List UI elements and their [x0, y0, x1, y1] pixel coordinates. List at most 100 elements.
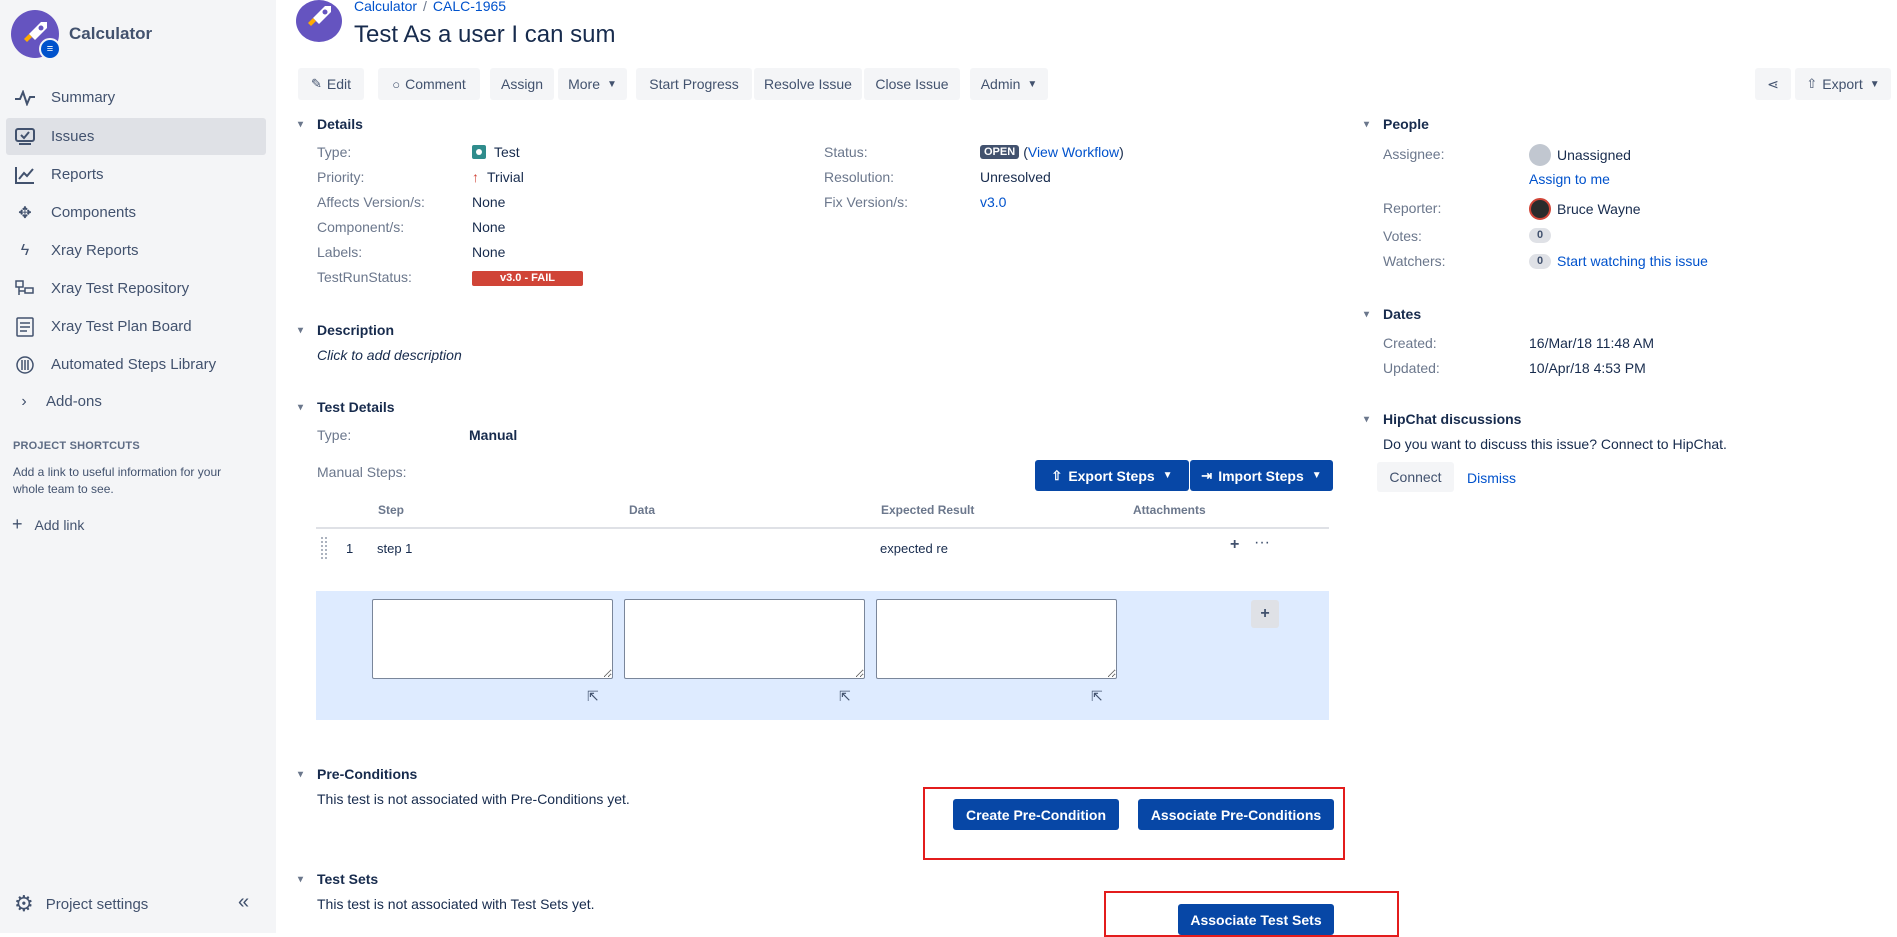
sidebar-item-xray-test-plan-board[interactable]: Xray Test Plan Board	[6, 308, 266, 345]
affects-version-value[interactable]: None	[472, 194, 505, 210]
associate-preconditions-button[interactable]: Associate Pre-Conditions	[1138, 799, 1334, 830]
create-precondition-button[interactable]: Create Pre-Condition	[953, 799, 1119, 830]
close-issue-button[interactable]: Close Issue	[864, 68, 960, 100]
details-section-toggle[interactable]: ▾ Details	[298, 116, 363, 132]
type-label: Type:	[317, 144, 352, 160]
component-value[interactable]: None	[472, 219, 505, 235]
associate-test-sets-button[interactable]: Associate Test Sets	[1178, 904, 1334, 935]
chevron-down-icon: ▼	[1027, 78, 1038, 90]
project-settings-link[interactable]: ⚙ Project settings	[14, 891, 148, 917]
project-avatar[interactable]: ≡	[11, 10, 61, 60]
reporter-value[interactable]: Bruce Wayne	[1529, 198, 1641, 220]
chevron-down-icon: ▾	[298, 118, 304, 130]
plus-icon: +	[12, 514, 23, 534]
view-workflow-link[interactable]: View Workflow	[1028, 144, 1119, 160]
close-issue-label: Close Issue	[875, 76, 949, 92]
export-dropdown[interactable]: ⇧ Export ▼	[1795, 68, 1891, 100]
hipchat-section-toggle[interactable]: ▾ HipChat discussions	[1364, 411, 1521, 427]
sidebar-item-xray-reports[interactable]: ϟ Xray Reports	[6, 232, 266, 269]
chevron-down-icon: ▾	[1364, 308, 1370, 320]
test-sets-section-toggle[interactable]: ▾ Test Sets	[298, 871, 378, 887]
chevron-down-icon: ▾	[298, 401, 304, 413]
add-step-button[interactable]: +	[1251, 600, 1279, 628]
export-steps-label: Export Steps	[1068, 467, 1155, 484]
people-section-toggle[interactable]: ▾ People	[1364, 116, 1429, 132]
import-steps-button[interactable]: ⇥ Import Steps ▼	[1190, 460, 1333, 491]
updated-label: Updated:	[1383, 360, 1440, 376]
testrun-status-label: TestRunStatus:	[317, 269, 412, 285]
description-heading: Description	[317, 322, 395, 338]
add-attachment-icon[interactable]: +	[1230, 536, 1239, 554]
test-sets-text: This test is not associated with Test Se…	[317, 896, 595, 912]
export-steps-button[interactable]: ⇧ Export Steps ▼	[1035, 460, 1189, 491]
edit-button[interactable]: ✎ Edit	[298, 68, 364, 100]
fix-version-link[interactable]: v3.0	[980, 194, 1006, 210]
pencil-icon: ✎	[310, 76, 322, 91]
assign-to-me-link[interactable]: Assign to me	[1529, 171, 1610, 187]
board-icon	[13, 315, 37, 339]
description-section-toggle[interactable]: ▾ Description	[298, 322, 394, 338]
priority-value[interactable]: ↑ Trivial	[472, 169, 524, 185]
start-watching-link[interactable]: Start watching this issue	[1557, 253, 1708, 269]
dates-section-toggle[interactable]: ▾ Dates	[1364, 306, 1421, 322]
new-step-action-input[interactable]	[372, 599, 613, 679]
issue-title[interactable]: Test As a user I can sum	[354, 21, 615, 49]
new-step-data-input[interactable]	[624, 599, 865, 679]
votes-value[interactable]: 0	[1529, 228, 1557, 243]
resolve-issue-button[interactable]: Resolve Issue	[754, 68, 862, 100]
description-placeholder[interactable]: Click to add description	[317, 347, 462, 363]
new-step-expected-input[interactable]	[876, 599, 1117, 679]
share-button[interactable]: ⋖	[1755, 68, 1791, 100]
column-header-data: Data	[629, 503, 656, 517]
chevron-down-icon: ▼	[1162, 470, 1173, 481]
connect-button[interactable]: Connect	[1377, 462, 1454, 492]
expand-data-icon[interactable]: ⇱	[839, 688, 851, 705]
updated-value: 10/Apr/18 4:53 PM	[1529, 360, 1646, 376]
type-value-text: Test	[494, 144, 520, 160]
sidebar-item-components[interactable]: ✥ Components	[6, 194, 266, 231]
project-settings-label: Project settings	[45, 895, 149, 913]
collapse-sidebar-icon[interactable]: «	[238, 891, 249, 914]
sidebar-item-reports[interactable]: Reports	[6, 156, 266, 193]
sidebar-item-label: Issues	[51, 128, 95, 145]
breadcrumb-issue-link[interactable]: CALC-1965	[433, 0, 506, 14]
expand-expected-icon[interactable]: ⇱	[1091, 688, 1103, 705]
labels-label: Labels:	[317, 244, 363, 260]
labels-value[interactable]: None	[472, 244, 505, 260]
admin-label: Admin	[980, 76, 1021, 92]
drag-handle-icon[interactable]	[320, 536, 328, 560]
sidebar-item-addons[interactable]: › Add-ons	[6, 383, 266, 420]
sidebar-item-automated-steps-library[interactable]: Automated Steps Library	[6, 346, 266, 383]
chevron-down-icon: ▾	[298, 873, 304, 885]
start-progress-button[interactable]: Start Progress	[636, 68, 752, 100]
dismiss-link[interactable]: Dismiss	[1467, 470, 1516, 486]
more-dropdown[interactable]: More ▼	[558, 68, 627, 100]
sidebar-item-issues[interactable]: Issues	[6, 118, 266, 155]
admin-dropdown[interactable]: Admin ▼	[970, 68, 1048, 100]
arrow-up-icon: ↑	[472, 169, 479, 185]
expand-action-icon[interactable]: ⇱	[587, 688, 599, 705]
chevron-right-icon: ›	[21, 392, 27, 410]
assign-button[interactable]: Assign	[490, 68, 554, 100]
table-header-divider	[316, 527, 1329, 529]
fix-version-label: Fix Version/s:	[824, 194, 909, 210]
step-action[interactable]: step 1	[377, 541, 412, 556]
repository-icon	[13, 277, 37, 301]
chevron-down-icon: ▾	[1364, 118, 1370, 130]
project-name[interactable]: Calculator	[69, 24, 152, 44]
reporter-name: Bruce Wayne	[1557, 201, 1641, 217]
watchers-label: Watchers:	[1383, 253, 1446, 269]
created-label: Created:	[1383, 335, 1437, 351]
test-details-section-toggle[interactable]: ▾ Test Details	[298, 399, 395, 415]
breadcrumb-project-link[interactable]: Calculator	[354, 0, 417, 14]
more-actions-icon[interactable]: ···	[1254, 534, 1270, 552]
preconditions-section-toggle[interactable]: ▾ Pre-Conditions	[298, 766, 417, 782]
votes-label: Votes:	[1383, 228, 1422, 244]
more-label: More	[568, 76, 600, 92]
sidebar-item-summary[interactable]: Summary	[6, 79, 266, 116]
status-value: OPEN(View Workflow)	[980, 144, 1124, 160]
add-link-button[interactable]: + Add link	[12, 514, 84, 535]
step-expected-result[interactable]: expected re	[880, 541, 948, 556]
sidebar-item-xray-test-repository[interactable]: Xray Test Repository	[6, 270, 266, 307]
comment-button[interactable]: ○ Comment	[378, 68, 480, 100]
